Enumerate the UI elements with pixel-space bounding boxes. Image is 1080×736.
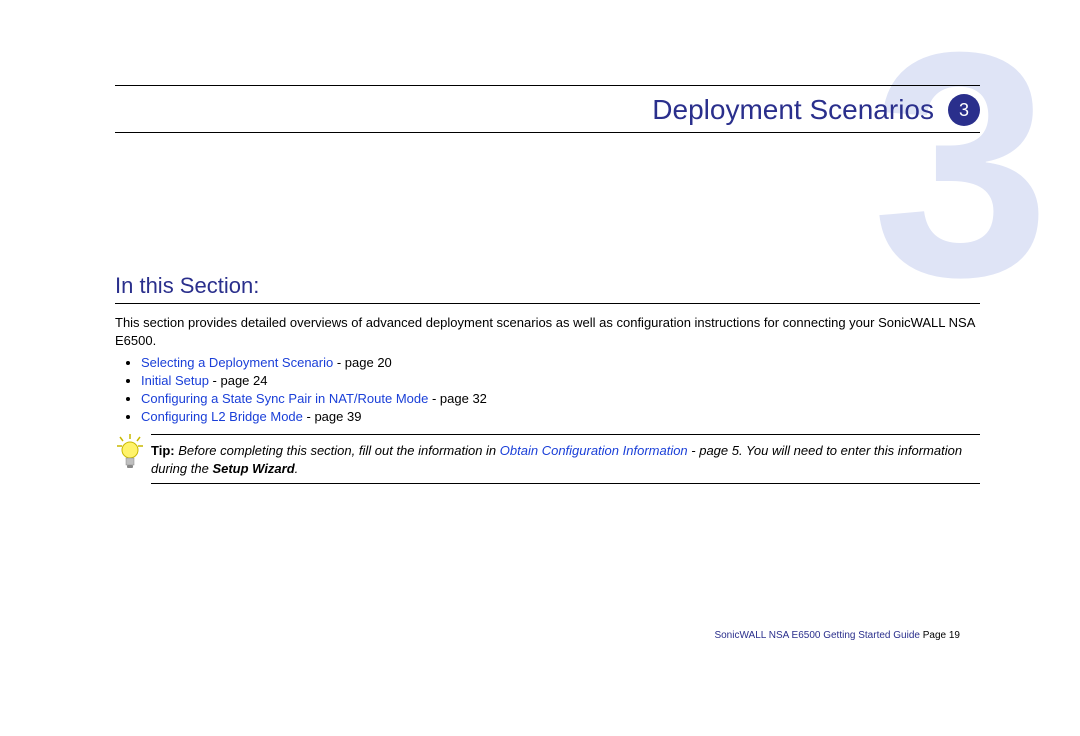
rule-top — [115, 85, 980, 86]
chapter-title: Deployment Scenarios — [652, 94, 934, 126]
link-initial-setup[interactable]: Initial Setup — [141, 373, 209, 388]
link-state-sync[interactable]: Configuring a State Sync Pair in NAT/Rou… — [141, 391, 428, 406]
lightbulb-icon — [115, 434, 145, 472]
rule-under-title — [115, 132, 980, 133]
list-item: Configuring L2 Bridge Mode - page 39 — [141, 409, 980, 424]
section-intro: This section provides detailed overviews… — [115, 314, 980, 349]
list-item: Initial Setup - page 24 — [141, 373, 980, 388]
chapter-badge: 3 — [948, 94, 980, 126]
list-item: Configuring a State Sync Pair in NAT/Rou… — [141, 391, 980, 406]
document-page: 3 Deployment Scenarios 3 In this Section… — [0, 0, 1080, 736]
link-obtain-config[interactable]: Obtain Configuration Information — [500, 443, 688, 458]
page-ref: - page 39 — [303, 409, 362, 424]
page-footer: SonicWALL NSA E6500 Getting Started Guid… — [714, 630, 960, 641]
section-header: In this Section: — [115, 273, 980, 299]
chapter-badge-number: 3 — [959, 100, 969, 121]
tip-wizard: Setup Wizard — [212, 461, 294, 476]
link-selecting-deployment[interactable]: Selecting a Deployment Scenario — [141, 355, 333, 370]
footer-page-number: Page 19 — [920, 630, 960, 641]
content-area: Deployment Scenarios 3 In this Section: … — [115, 85, 980, 484]
page-ref: - page 32 — [428, 391, 487, 406]
link-l2-bridge[interactable]: Configuring L2 Bridge Mode — [141, 409, 303, 424]
tip-text-before: Before completing this section, fill out… — [178, 443, 500, 458]
page-ref: - page 20 — [333, 355, 392, 370]
tip-label: Tip: — [151, 443, 175, 458]
chapter-title-row: Deployment Scenarios 3 — [115, 94, 980, 126]
rule-under-section — [115, 303, 980, 304]
list-item: Selecting a Deployment Scenario - page 2… — [141, 355, 980, 370]
tip-text-after: . — [295, 461, 299, 476]
footer-guide-title: SonicWALL NSA E6500 Getting Started Guid… — [714, 630, 920, 641]
page-ref: - page 24 — [209, 373, 268, 388]
section-link-list: Selecting a Deployment Scenario - page 2… — [115, 355, 980, 424]
tip-body: Tip: Before completing this section, fil… — [151, 434, 980, 484]
tip-block: Tip: Before completing this section, fil… — [115, 434, 980, 484]
